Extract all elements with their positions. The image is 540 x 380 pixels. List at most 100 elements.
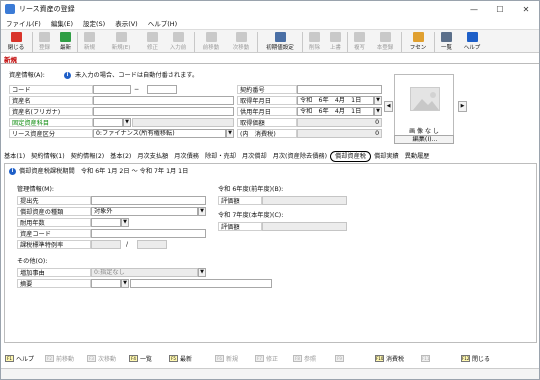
fkey-badge: F4 [129,354,138,362]
category-select[interactable]: 0:ファイナンス(所有権移転) [93,129,226,138]
toolbar-button-6[interactable]: 入力前 [163,30,193,53]
tab-0[interactable]: 基本(1) [1,152,28,161]
tab-2[interactable]: 契約情報(2) [68,152,108,161]
tab-9[interactable]: 償却資産税 [330,151,371,162]
fkey-f4-button[interactable]: F4 一覧 [129,354,169,363]
toolbar-button-3[interactable]: 新規 [79,30,100,53]
tab-11[interactable]: 異動履歴 [402,152,433,161]
code-label: コード [9,85,93,94]
window-controls: — ☐ ✕ [461,1,539,17]
increase-reason-dropdown-icon[interactable]: ▼ [198,268,206,277]
tax-rate-label: 課税標準特例率 [17,240,91,249]
close-icon[interactable]: ✕ [513,1,539,17]
toolbar-button-15[interactable]: 一覧 [436,30,457,53]
tab-1[interactable]: 契約情報(1) [28,152,68,161]
name-input[interactable] [93,96,234,105]
tab-4[interactable]: 月次支払額 [134,152,171,161]
asset-info-header: 資産情報(A): [9,72,45,79]
fkey-f8-button[interactable]: F8 参照 [293,354,335,363]
menu-help[interactable]: ヘルプ(H) [143,18,182,28]
category-dropdown-icon[interactable]: ▼ [226,129,234,138]
in-use-date-input[interactable]: 令和 6年 4月 1日 [297,107,374,116]
fkey-f10-button[interactable]: F10 消費税 [375,354,421,363]
help-icon [466,32,478,42]
tab-panel: i 償却資産税課税期間 令和 6年 1月 2日 〜 令和 7年 1月 1日 管理… [4,163,537,343]
toolbar-button-7[interactable]: 前移動 [196,30,226,53]
toolbar-button-5[interactable]: 修正 [142,30,163,53]
toolbar-separator [434,32,435,52]
fkey-f12-button[interactable]: F12 閉じる [461,354,501,363]
tax-rate-denominator[interactable] [137,240,167,249]
fkey-f7-button[interactable]: F7 修正 [255,354,293,363]
fkey-badge: F11 [421,354,430,362]
fkey-f9-button[interactable]: F9 [335,354,375,362]
toolbar-button-14[interactable]: フセン [403,30,433,53]
app-window: リース資産の登録 — ☐ ✕ ファイル(F) 編集(E) 設定(S) 表示(V)… [0,0,540,380]
kana-input[interactable] [93,107,234,116]
menu-edit[interactable]: 編集(E) [46,18,78,28]
code-sub-input[interactable] [147,85,177,94]
toolbar-button-16[interactable]: ヘルプ [457,30,487,53]
toolbar: 閉じる 登録 最新 新規 新規(E) 修正 入力前 前移動 次移動 初期値設定 削除 上書 複写 本登録 フ… [1,29,539,53]
contract-number-input[interactable] [297,85,382,94]
summary-dropdown-icon[interactable]: ▼ [121,279,129,288]
image-prev-icon[interactable]: ◀ [384,101,393,112]
increase-reason-select[interactable]: 0:指定なし [91,268,198,277]
acquired-date-dropdown-icon[interactable]: ▼ [374,96,382,105]
overwrite-icon [330,32,341,42]
image-caption: 画 像 な し [409,128,439,135]
period-info-icon: i [9,168,16,175]
asset-type-select[interactable]: 対象外 [91,207,198,216]
tab-7[interactable]: 月次償却 [239,152,270,161]
auto-number-notice: 未入力の場合、コードは自動付番されます。 [75,72,199,79]
summary-code-input[interactable] [91,279,121,288]
fkey-f11-button[interactable]: F11 [421,354,461,362]
tab-3[interactable]: 基本(2) [107,152,134,161]
useful-life-input[interactable] [91,218,121,227]
tab-10[interactable]: 償却実績 [371,152,402,161]
fkey-f2-button[interactable]: F2 前移動 [45,354,87,363]
image-edit-button[interactable]: 編集(I)... [394,135,454,144]
toolbar-separator [302,32,303,52]
toolbar-button-12[interactable]: 複写 [349,30,370,53]
tab-5[interactable]: 月次債務 [171,152,202,161]
menu-view[interactable]: 表示(V) [110,18,143,28]
acquired-date-input[interactable]: 令和 6年 4月 1日 [297,96,374,105]
account-dropdown-icon[interactable]: ▼ [123,118,131,127]
asset-type-label: 償却資産の種類 [17,207,91,216]
tab-8[interactable]: 月次(資産除去債務) [270,152,330,161]
toolbar-button-1[interactable]: 登録 [34,30,55,53]
tax-rate-separator: / [126,241,129,248]
menu-settings[interactable]: 設定(S) [78,18,110,28]
fkey-f3-button[interactable]: F3 次移動 [87,354,129,363]
asset-type-dropdown-icon[interactable]: ▼ [198,207,206,216]
acquired-date-label: 取得年月日 [237,96,297,105]
account-code-input[interactable] [93,118,123,127]
toolbar-button-4[interactable]: 新規(E) [100,30,142,53]
toolbar-button-13[interactable]: 本登録 [370,30,400,53]
minimize-icon[interactable]: — [461,1,487,17]
toolbar-button-11[interactable]: 上書 [325,30,346,53]
toolbar-button-9[interactable]: 初期値設定 [259,30,301,53]
submit-to-input[interactable] [91,196,206,205]
toolbar-button-label: 本登録 [376,45,394,51]
code-input[interactable] [93,85,131,94]
fkey-f1-button[interactable]: F1 ヘルプ [5,354,45,363]
increase-reason-label: 増加事由 [17,268,91,277]
in-use-date-dropdown-icon[interactable]: ▼ [374,107,382,116]
toolbar-button-2[interactable]: 最新 [55,30,76,53]
fkey-f6-button[interactable]: F6 新規 [215,354,255,363]
useful-life-dropdown-icon[interactable]: ▼ [121,218,129,227]
toolbar-button-10[interactable]: 削除 [304,30,325,53]
tax-rate-numerator[interactable] [91,240,121,249]
asset-code-input[interactable] [91,229,206,238]
toolbar-button-0[interactable]: 閉じる [1,30,31,53]
asset-code-label: 資産コード [17,229,91,238]
menu-file[interactable]: ファイル(F) [1,18,46,28]
fkey-f5-button[interactable]: F5 最新 [169,354,215,363]
image-next-icon[interactable]: ▶ [458,101,467,112]
tab-6[interactable]: 除却・売却 [202,152,239,161]
toolbar-button-8[interactable]: 次移動 [226,30,256,53]
summary-text-input[interactable] [130,279,272,288]
maximize-icon[interactable]: ☐ [487,1,513,17]
